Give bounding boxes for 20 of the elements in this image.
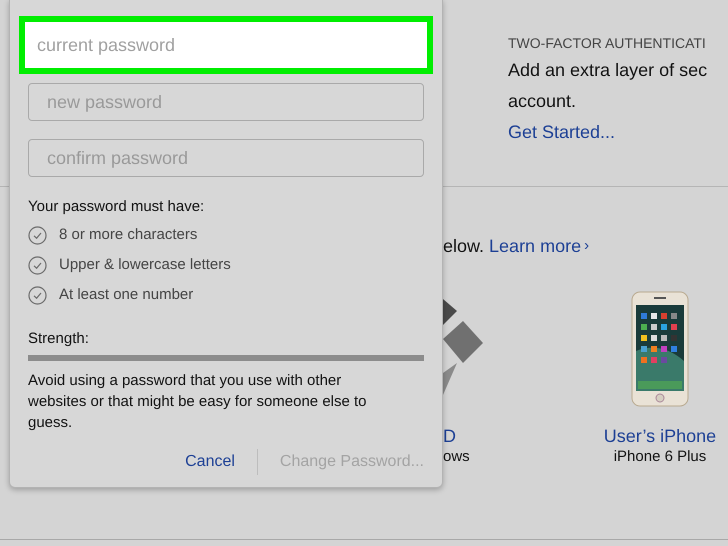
dialog-button[interactable]: Cancel [185,450,235,474]
strength-label: Strength: [28,329,90,349]
advice-text: Avoid using a password that you use with other websites or that might be easy for someone else to guess. [28,371,368,433]
device-model: iPhone 6 Plus [614,447,706,467]
rules-heading: Your password must have: [28,197,206,217]
learn-more-link[interactable]: Learn more › [489,232,590,260]
password-field[interactable]: current password [19,16,433,74]
section-heading: TWO-FACTOR AUTHENTICATI [508,34,707,52]
rule-text: At least one number [59,284,194,305]
get-started-link[interactable]: Get Started... [508,117,728,147]
description-text: Add an extra layer of sec [508,59,708,82]
device-name-link[interactable]: User’s iPhone [604,425,716,447]
device-name-link[interactable]: D [443,425,456,447]
intro-text: elow. [443,234,484,258]
rule-text: Upper & lowercase letters [59,254,231,275]
description-text: account. [508,90,578,113]
rule-text: 8 or more characters [59,224,198,245]
device-model: ows [443,447,470,467]
password-field[interactable]: new password [28,83,424,121]
password-field[interactable]: confirm password [28,139,424,177]
